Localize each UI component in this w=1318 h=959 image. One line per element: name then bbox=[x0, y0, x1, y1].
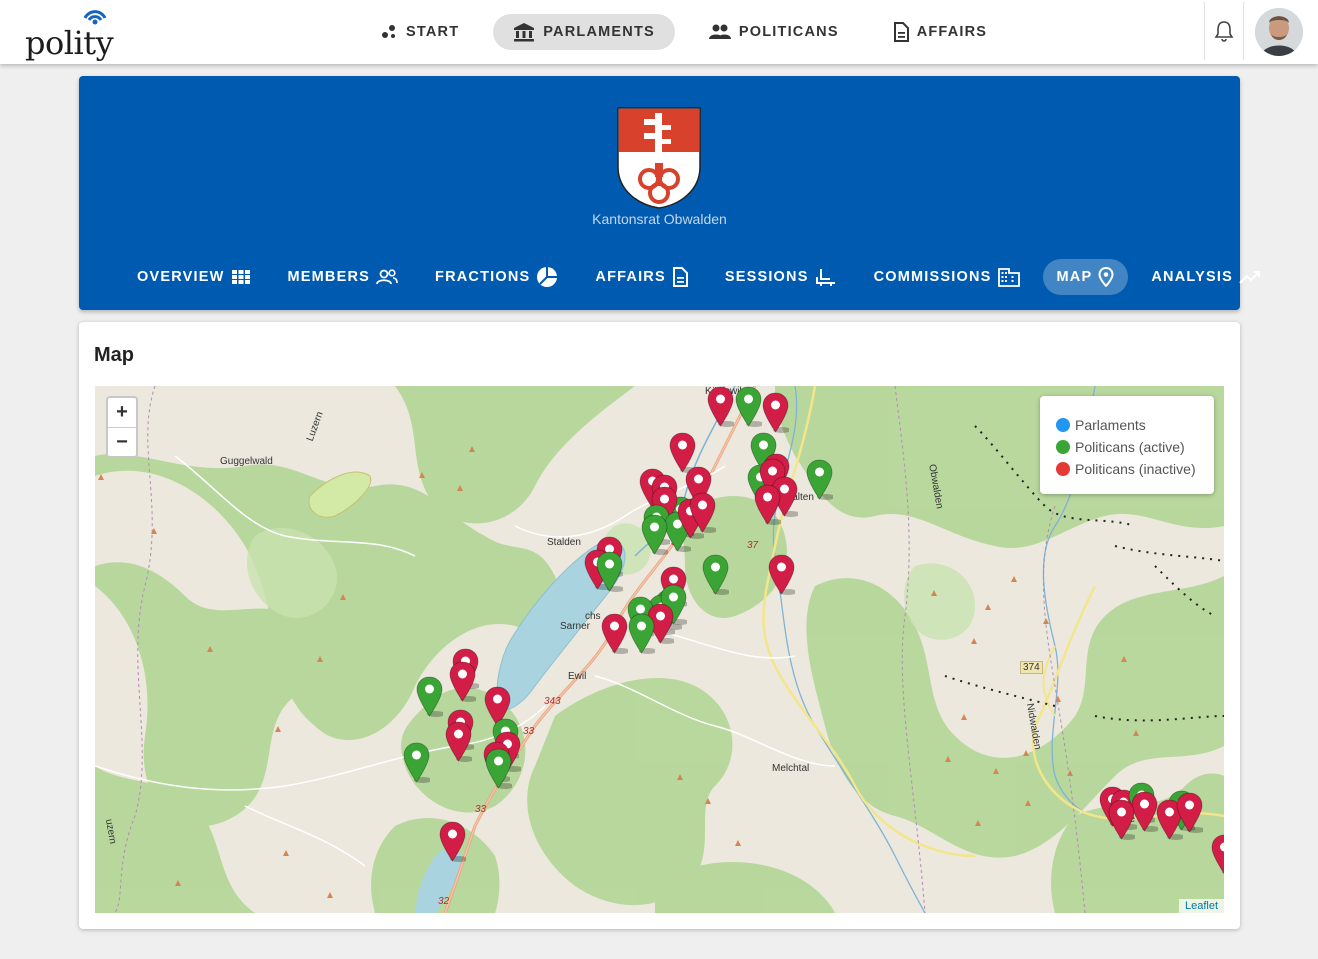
marker-active-politican[interactable] bbox=[628, 613, 655, 654]
people-icon bbox=[708, 24, 731, 39]
map-place-label: Stalden bbox=[547, 537, 581, 548]
map-place-label: Melchtal bbox=[772, 763, 810, 774]
building-icon bbox=[997, 268, 1020, 287]
parlament-tabs: OVERVIEW MEMBERS FRACTIONS AFFAIRS SESSI… bbox=[123, 259, 1284, 295]
map-place-label: Sarner bbox=[560, 621, 591, 632]
marker-inactive-politican[interactable] bbox=[1176, 792, 1203, 833]
marker-active-politican[interactable] bbox=[641, 514, 668, 555]
nav-parlaments[interactable]: PARLAMENTS bbox=[493, 14, 675, 50]
marker-active-politican[interactable] bbox=[416, 676, 443, 717]
marker-inactive-politican[interactable] bbox=[1211, 834, 1224, 875]
marker-active-politican[interactable] bbox=[702, 554, 729, 595]
marker-inactive-politican[interactable] bbox=[449, 661, 476, 702]
trend-icon bbox=[1239, 271, 1260, 284]
tab-affairs[interactable]: AFFAIRS bbox=[581, 259, 701, 295]
tab-overview[interactable]: OVERVIEW bbox=[123, 259, 265, 295]
nav-affairs[interactable]: AFFAIRS bbox=[873, 14, 1007, 50]
tab-map-label: MAP bbox=[1056, 269, 1093, 285]
marker-inactive-politican[interactable] bbox=[689, 492, 716, 533]
marker-active-politican[interactable] bbox=[485, 748, 512, 789]
legend-label-parlaments: Parlaments bbox=[1075, 417, 1146, 433]
polity-logo[interactable]: polity bbox=[24, 6, 124, 62]
nav-start-label: START bbox=[406, 24, 460, 40]
map-legend: Parlaments Politicans (active) Politican… bbox=[1040, 396, 1214, 494]
marker-inactive-politican[interactable] bbox=[754, 484, 781, 525]
map-place-label: Ewil bbox=[568, 671, 587, 682]
legend-dot-green bbox=[1056, 440, 1070, 454]
tab-members-label: MEMBERS bbox=[287, 269, 371, 285]
marker-active-politican[interactable] bbox=[596, 551, 623, 592]
avatar-image bbox=[1255, 8, 1303, 56]
nav-start[interactable]: START bbox=[360, 14, 479, 50]
legend-label-inactive: Politicans (inactive) bbox=[1075, 461, 1196, 477]
obwalden-crest-icon bbox=[617, 107, 701, 209]
tab-sessions-label: SESSIONS bbox=[724, 269, 809, 285]
map-place-label: chs bbox=[585, 611, 601, 622]
nav-politicans[interactable]: POLITICANS bbox=[689, 14, 859, 50]
marker-inactive-politican[interactable] bbox=[445, 721, 472, 762]
map-pin-icon bbox=[1098, 267, 1114, 287]
map-place-label: 33 bbox=[523, 726, 535, 737]
map-place-label: 343 bbox=[544, 696, 561, 707]
bank-icon bbox=[514, 23, 535, 42]
leaflet-attribution-link[interactable]: Leaflet bbox=[1178, 899, 1224, 913]
nav-politicans-label: POLITICANS bbox=[738, 24, 839, 40]
marker-inactive-politican[interactable] bbox=[601, 613, 628, 654]
legend-item-parlaments: Parlaments bbox=[1056, 414, 1214, 436]
dots-icon bbox=[382, 25, 395, 38]
notifications-button[interactable] bbox=[1204, 2, 1244, 60]
map-place-label: 33 bbox=[475, 804, 487, 815]
map-place-label: Guggelwald bbox=[220, 456, 273, 467]
tab-commissions-label: COMMISSIONS bbox=[873, 269, 992, 285]
marker-inactive-politican[interactable] bbox=[1108, 799, 1135, 840]
bell-icon bbox=[1214, 21, 1234, 42]
document-icon bbox=[893, 22, 909, 42]
tab-sessions[interactable]: SESSIONS bbox=[711, 259, 851, 295]
tab-affairs-label: AFFAIRS bbox=[595, 269, 666, 285]
tab-members[interactable]: MEMBERS bbox=[274, 259, 413, 295]
marker-active-politican[interactable] bbox=[735, 386, 762, 427]
map-view[interactable]: + − GuggelwaldLuzernStaldenenSarnerEwilw… bbox=[95, 386, 1224, 913]
legend-item-active: Politicans (active) bbox=[1056, 436, 1214, 458]
map-place-label: 374 bbox=[1020, 661, 1043, 674]
document-icon bbox=[672, 267, 688, 287]
grid-icon bbox=[231, 270, 250, 284]
legend-dot-red bbox=[1056, 462, 1070, 476]
marker-inactive-politican[interactable] bbox=[768, 554, 795, 595]
zoom-out-button[interactable]: − bbox=[108, 427, 136, 456]
marker-inactive-politican[interactable] bbox=[439, 821, 466, 862]
legend-dot-blue bbox=[1056, 418, 1070, 432]
marker-inactive-politican[interactable] bbox=[762, 392, 789, 433]
tab-commissions[interactable]: COMMISSIONS bbox=[860, 259, 1034, 295]
tab-analysis-label: ANALYSIS bbox=[1151, 269, 1233, 285]
tab-overview-label: OVERVIEW bbox=[137, 269, 225, 285]
map-card: Map + − Guggelwald Luzern Stalden Sarner… bbox=[79, 322, 1240, 929]
map-place-label: 32 bbox=[438, 896, 450, 907]
seat-icon bbox=[815, 269, 835, 286]
logo-wordmark: polity bbox=[25, 24, 114, 62]
pie-icon bbox=[537, 267, 558, 287]
main-navigation: START PARLAMENTS POLITICANS AFFAIRS bbox=[360, 14, 1021, 50]
map-place-label: 37 bbox=[747, 540, 759, 551]
marker-inactive-politican[interactable] bbox=[1131, 791, 1158, 832]
top-app-bar: polity START PARLAMENTS POLITICANS AFFAI… bbox=[0, 0, 1318, 64]
marker-active-politican[interactable] bbox=[403, 742, 430, 783]
legend-label-active: Politicans (active) bbox=[1075, 439, 1185, 455]
tab-fractions[interactable]: FRACTIONS bbox=[421, 259, 572, 295]
user-avatar[interactable] bbox=[1255, 8, 1303, 56]
nav-affairs-label: AFFAIRS bbox=[916, 24, 988, 40]
members-icon bbox=[376, 269, 398, 285]
nav-parlaments-label: PARLAMENTS bbox=[543, 24, 655, 40]
marker-inactive-politican[interactable] bbox=[707, 386, 734, 427]
map-card-title: Map bbox=[94, 344, 134, 366]
tab-fractions-label: FRACTIONS bbox=[435, 269, 531, 285]
marker-active-politican[interactable] bbox=[806, 459, 833, 500]
zoom-control: + − bbox=[106, 396, 138, 458]
parlament-title: Kantonsrat Obwalden bbox=[592, 211, 727, 227]
legend-item-inactive: Politicans (inactive) bbox=[1056, 458, 1214, 480]
tab-map[interactable]: MAP bbox=[1042, 259, 1129, 295]
zoom-in-button[interactable]: + bbox=[108, 398, 136, 427]
parlament-header: Kantonsrat Obwalden OVERVIEW MEMBERS FRA… bbox=[79, 76, 1260, 310]
tab-analysis[interactable]: ANALYSIS bbox=[1137, 259, 1275, 295]
